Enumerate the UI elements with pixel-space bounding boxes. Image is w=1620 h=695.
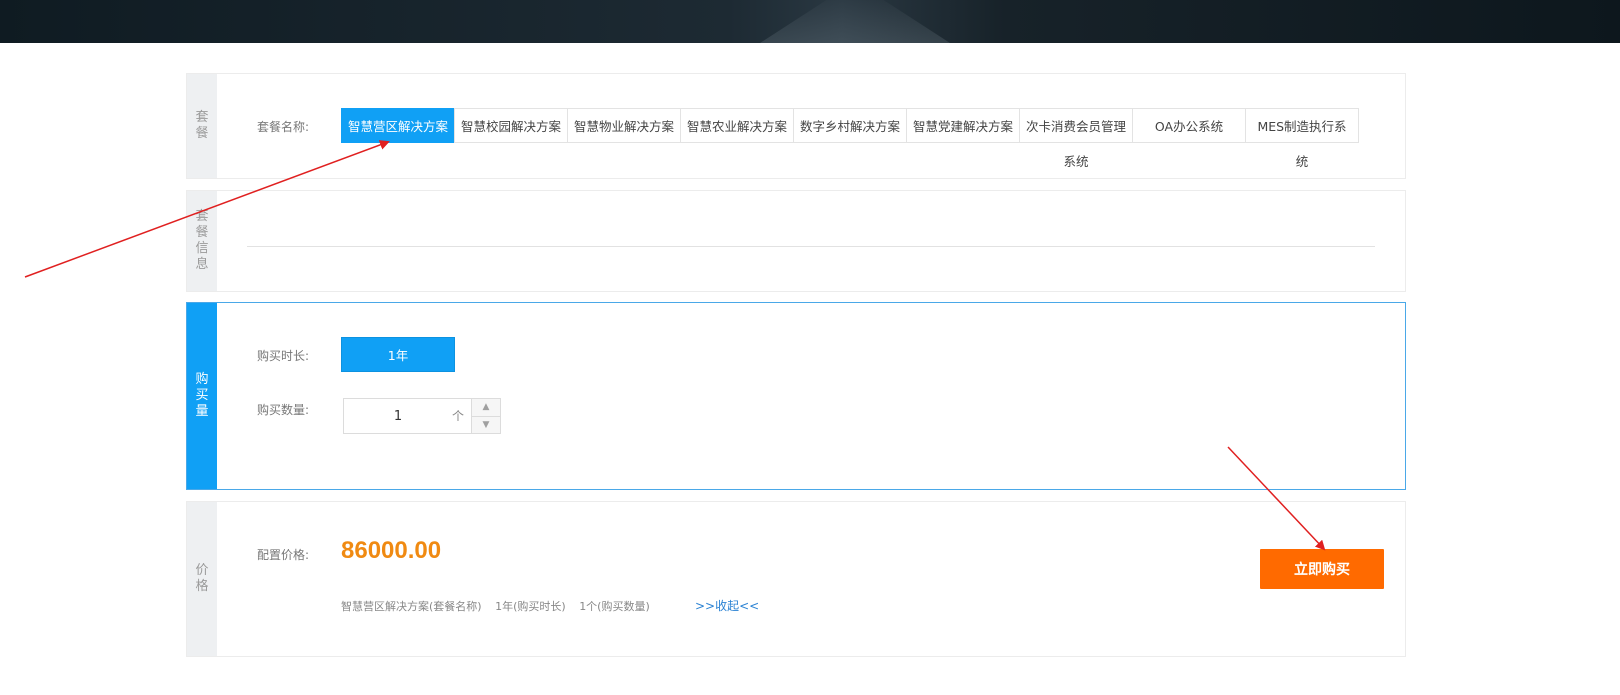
quantity-unit: 个 — [452, 409, 465, 423]
info-divider — [247, 246, 1375, 247]
decrement-button[interactable]: ▼ — [472, 417, 500, 434]
price-value: 86000.00 — [341, 537, 442, 564]
triangle-up-icon: ▲ — [482, 402, 490, 413]
package-option-4[interactable]: 智慧农业解决方案 — [680, 108, 794, 143]
summary-quantity: 1个(购买数量) — [579, 600, 650, 613]
purchase-side-label: 购买量 — [187, 303, 217, 489]
duration-option-1-year[interactable]: 1年 — [341, 337, 455, 372]
summary-package: 智慧营区解决方案(套餐名称) — [341, 600, 482, 613]
increment-button[interactable]: ▲ — [471, 399, 500, 417]
package-option-label: 智慧校园解决方案 — [460, 119, 561, 134]
package-option-2[interactable]: 智慧校园解决方案 — [454, 108, 568, 143]
package-option-label: 智慧物业解决方案 — [573, 119, 674, 134]
price-panel: 价格 配置价格: 86000.00 智慧营区解决方案(套餐名称) 1年(购买时长… — [186, 501, 1406, 657]
package-option-3[interactable]: 智慧物业解决方案 — [567, 108, 681, 143]
package-option-label: 智慧营区解决方案 — [347, 119, 448, 134]
buy-now-button[interactable]: 立即购买 — [1260, 549, 1384, 589]
package-option-label: 数字乡村解决方案 — [799, 119, 900, 134]
package-option-label-wrap: 统 — [1295, 154, 1309, 169]
package-option-9[interactable]: MES制造执行系统 — [1245, 108, 1359, 169]
package-options: 智慧营区解决方案 智慧校园解决方案 智慧物业解决方案 智慧农业解决方案 数字乡村解决方案… — [341, 108, 1359, 169]
package-option-8[interactable]: OA办公系统 — [1132, 108, 1246, 143]
price-side-label: 价格 — [187, 502, 217, 656]
package-option-label-wrap: 系统 — [1063, 154, 1089, 169]
package-name-label: 套餐名称: — [257, 120, 310, 134]
duration-label: 购买时长: — [257, 349, 310, 363]
package-option-5[interactable]: 数字乡村解决方案 — [793, 108, 907, 143]
package-info-side-label: 套餐信息 — [187, 191, 217, 291]
package-option-7[interactable]: 次卡消费会员管理 系统 — [1019, 108, 1133, 169]
quantity-label: 购买数量: — [257, 403, 310, 417]
package-option-6[interactable]: 智慧党建解决方案 — [906, 108, 1020, 143]
package-option-label: MES制造执行系 — [1257, 119, 1347, 134]
package-option-label: 智慧农业解决方案 — [686, 119, 787, 134]
package-option-label: 次卡消费会员管理 — [1025, 119, 1126, 134]
package-side-label: 套餐 — [187, 74, 217, 178]
quantity-step-buttons: ▲ ▼ — [470, 399, 500, 434]
order-summary: 智慧营区解决方案(套餐名称) 1年(购买时长) 1个(购买数量) — [341, 598, 660, 614]
package-option-1[interactable]: 智慧营区解决方案 — [341, 108, 455, 143]
quantity-input[interactable] — [344, 399, 452, 433]
package-option-label: OA办公系统 — [1154, 119, 1224, 134]
package-option-label: 智慧党建解决方案 — [912, 119, 1013, 134]
collapse-link[interactable]: >>收起<< — [695, 597, 759, 614]
summary-duration: 1年(购买时长) — [495, 600, 566, 613]
top-banner — [0, 0, 1620, 43]
price-label: 配置价格: — [257, 548, 310, 562]
package-info-panel: 套餐信息 — [186, 190, 1406, 292]
triangle-down-icon: ▼ — [482, 419, 490, 430]
quantity-stepper: 个 ▲ ▼ — [343, 398, 501, 434]
purchase-panel: 购买量 购买时长: 1年 购买数量: 个 ▲ ▼ — [186, 302, 1406, 490]
package-panel: 套餐 套餐名称: 智慧营区解决方案 智慧校园解决方案 智慧物业解决方案 智慧农业解决方… — [186, 73, 1406, 179]
